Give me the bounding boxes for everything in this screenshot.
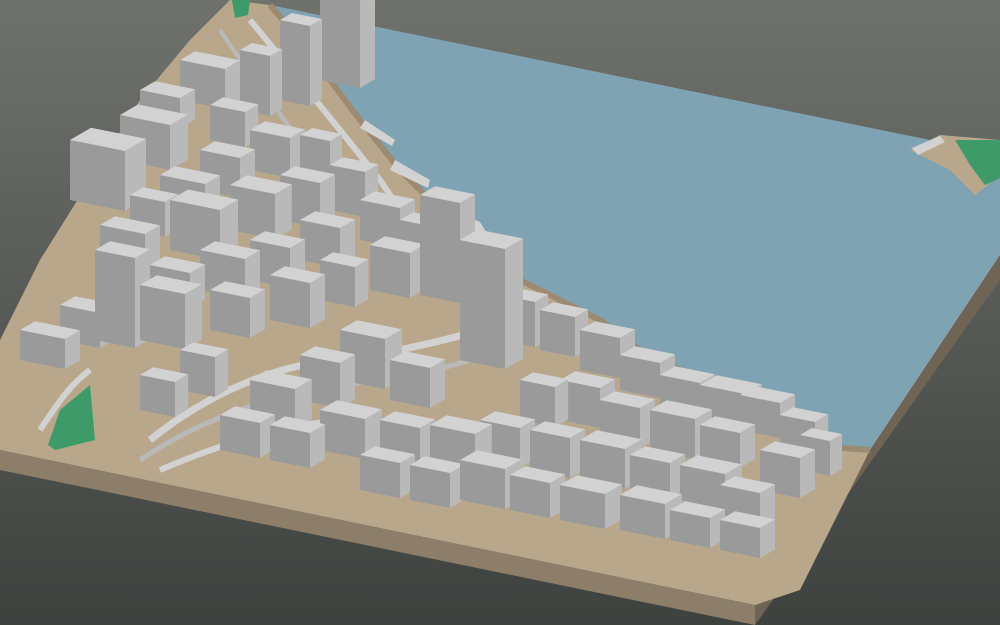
building-29 xyxy=(270,266,325,328)
building-38-front xyxy=(580,330,620,378)
building-62-side xyxy=(830,434,842,476)
building-41-side xyxy=(215,349,229,397)
building-53 xyxy=(220,406,275,458)
building-68 xyxy=(410,456,465,508)
building-37 xyxy=(460,229,523,369)
building-35-front xyxy=(540,310,575,357)
building-30 xyxy=(210,281,265,338)
building-75 xyxy=(720,511,775,558)
building-42 xyxy=(390,351,445,408)
building-33-side xyxy=(185,284,202,349)
city-model-canvas[interactable] xyxy=(0,0,1000,625)
building-11-front xyxy=(70,140,125,211)
building-1-side xyxy=(360,0,375,88)
building-37-front xyxy=(460,240,505,369)
building-3-front xyxy=(280,20,310,106)
building-27 xyxy=(320,252,369,307)
building-70 xyxy=(510,466,565,518)
building-4-side xyxy=(270,49,282,116)
building-24-front xyxy=(370,245,410,298)
building-37-side xyxy=(505,238,523,369)
building-33 xyxy=(140,275,202,349)
building-1 xyxy=(320,0,375,88)
building-49-side xyxy=(555,379,569,427)
building-30-front xyxy=(210,290,250,338)
building-27-side xyxy=(355,259,369,307)
building-29-side xyxy=(310,274,325,328)
building-6-front xyxy=(210,105,245,147)
building-45 xyxy=(140,367,189,417)
city-model-viewport[interactable] xyxy=(0,0,1000,625)
building-13-front xyxy=(330,165,365,217)
building-56 xyxy=(270,416,325,468)
building-42-front xyxy=(390,360,430,408)
building-24 xyxy=(370,236,425,298)
building-1-front xyxy=(320,0,360,88)
building-16 xyxy=(230,175,292,239)
building-32-front xyxy=(95,250,135,348)
building-33-front xyxy=(140,285,185,349)
building-74 xyxy=(670,501,725,548)
building-29-front xyxy=(270,275,310,328)
building-3-side xyxy=(310,19,322,106)
building-43-side xyxy=(340,354,355,408)
building-8-front xyxy=(250,130,290,178)
building-27-front xyxy=(320,260,355,307)
building-72 xyxy=(560,475,622,529)
building-66 xyxy=(360,446,415,498)
building-25-front xyxy=(420,195,460,303)
building-3 xyxy=(280,13,322,106)
building-45-front xyxy=(140,375,175,417)
